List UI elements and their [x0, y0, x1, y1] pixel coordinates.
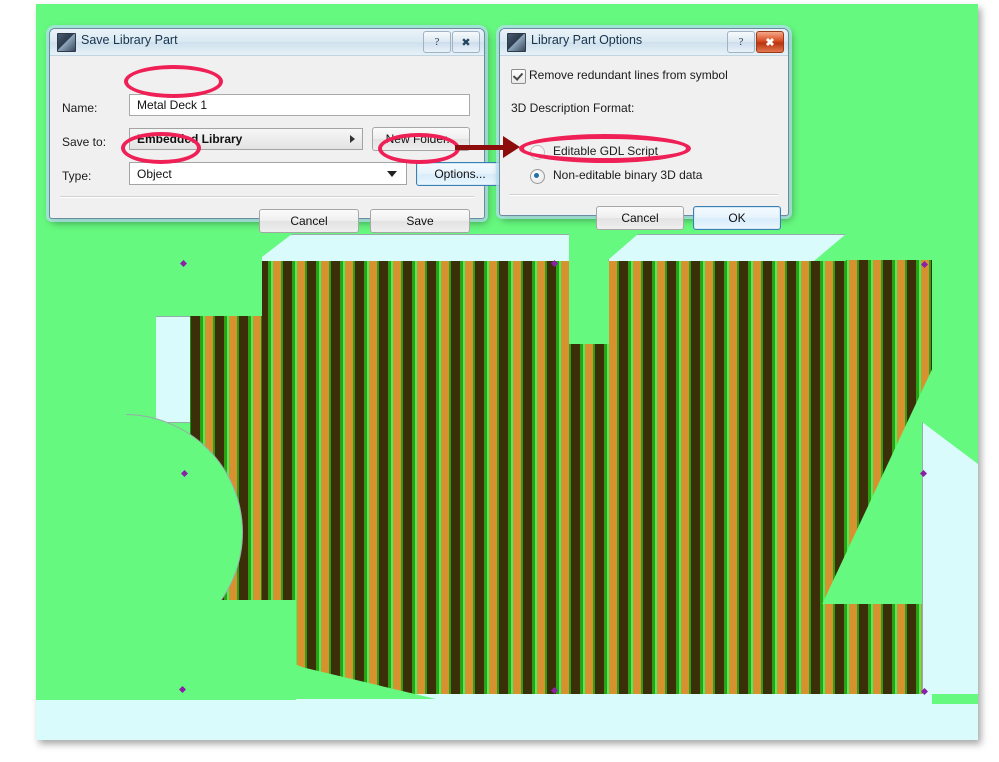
type-combo[interactable]: Object	[129, 162, 407, 185]
bottom-left-green-wedge2	[36, 600, 296, 700]
options-button-highlight	[378, 133, 460, 164]
close-icon[interactable]: ✖	[452, 31, 480, 53]
binary-3d-label: Non-editable binary 3D data	[553, 168, 703, 182]
name-field-highlight	[124, 65, 223, 98]
app-icon	[507, 33, 526, 52]
cancel-button[interactable]: Cancel	[259, 209, 359, 233]
app-icon	[57, 33, 76, 52]
dialog-divider	[60, 196, 474, 198]
options-dialog-titlebar[interactable]: Library Part Options ? ✖	[500, 29, 788, 56]
save-dialog-titlebar[interactable]: Save Library Part ? ✖	[50, 29, 484, 56]
close-icon[interactable]: ✖	[756, 31, 784, 53]
save-dialog-title: Save Library Part	[81, 33, 178, 47]
type-label: Type:	[62, 169, 92, 183]
options-dialog-title: Library Part Options	[531, 33, 643, 47]
save-to-label: Save to:	[62, 135, 107, 149]
chevron-down-icon	[387, 170, 397, 177]
slab-edge-left	[258, 234, 569, 261]
options-to-dialog-arrow-head	[503, 136, 520, 158]
name-label: Name:	[62, 101, 98, 115]
type-value: Object	[137, 166, 172, 181]
chevron-right-icon	[350, 135, 355, 143]
library-part-options-dialog[interactable]: Library Part Options ? ✖ Remove redundan…	[499, 28, 789, 230]
options-button[interactable]: Options...	[416, 162, 504, 186]
options-dialog-window-buttons[interactable]: ? ✖	[727, 31, 784, 53]
inner-slab-notch	[155, 316, 192, 423]
remove-redundant-lines-checkbox[interactable]	[511, 69, 526, 84]
options-to-dialog-arrow-line	[455, 145, 505, 150]
save-button[interactable]: Save	[370, 209, 470, 233]
binary-3d-radio-highlight	[519, 134, 691, 163]
format-group-label: 3D Description Format:	[511, 101, 635, 115]
cancel-button[interactable]: Cancel	[596, 206, 684, 230]
help-icon[interactable]: ?	[423, 31, 451, 53]
ok-button[interactable]: OK	[693, 206, 781, 230]
bottom-slab-band	[36, 694, 978, 740]
save-dialog-window-buttons[interactable]: ? ✖	[423, 31, 480, 53]
right-slab-corner	[922, 422, 978, 694]
screenshot-root: Save Library Part ? ✖ Name: Metal Deck 1…	[0, 0, 999, 762]
binary-3d-radio[interactable]	[530, 169, 545, 184]
remove-redundant-lines-label: Remove redundant lines from symbol	[529, 68, 728, 82]
slab-edge-right	[608, 234, 845, 261]
type-value-highlight	[121, 132, 201, 164]
dialog-divider	[509, 194, 778, 196]
save-library-part-dialog[interactable]: Save Library Part ? ✖ Name: Metal Deck 1…	[49, 28, 504, 233]
help-icon[interactable]: ?	[727, 31, 755, 53]
